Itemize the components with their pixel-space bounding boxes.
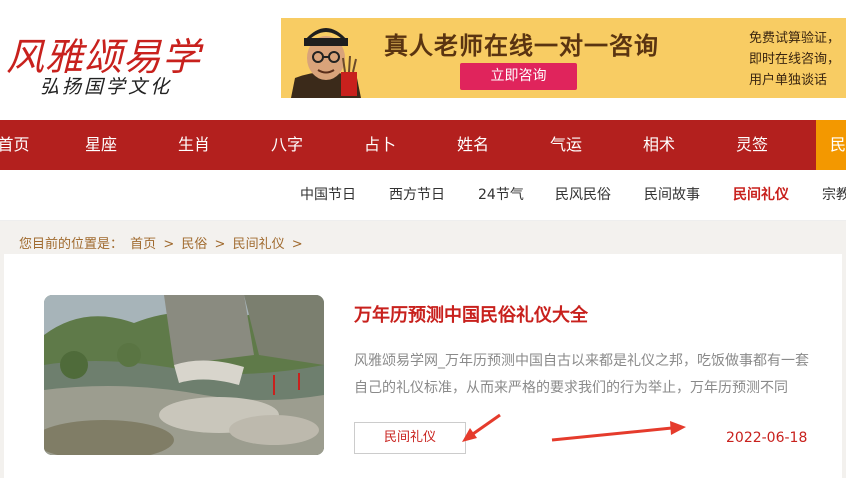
breadcrumb: 您目前的位置是： 首页 > 民俗 > 民间礼仪 > xyxy=(19,233,306,252)
breadcrumb-link-etiquette[interactable]: 民间礼仪 xyxy=(233,237,285,252)
nav-item-zodiac[interactable]: 生肖 xyxy=(166,120,222,170)
subnav-item-religion[interactable]: 宗教 xyxy=(822,170,846,220)
breadcrumb-separator: > xyxy=(214,237,226,252)
article-excerpt: 风雅颂易学网_万年历预测中国自古以来都是礼仪之邦，吃饭做事都有一套自己的礼仪标准… xyxy=(354,353,809,396)
nav-item-folk[interactable]: 民 xyxy=(816,120,846,170)
consult-banner[interactable]: 真人老师在线一对一咨询 立即咨询 免费试算验证， 即时在线咨询， 用户单独谈话 xyxy=(281,18,846,98)
nav-item-horoscope[interactable]: 星座 xyxy=(73,120,129,170)
nav-item-physiognomy[interactable]: 相术 xyxy=(631,120,687,170)
breadcrumb-separator: > xyxy=(291,237,303,252)
site-header: 风雅颂易学 弘扬国学文化 真人老师在线一对一咨询 立即咨询 免费试算验证， 即时… xyxy=(0,0,846,120)
breadcrumb-link-folk[interactable]: 民俗 xyxy=(181,237,207,252)
subnav-item-western-festivals[interactable]: 西方节日 xyxy=(389,170,445,220)
nav-item-home[interactable]: 首页 xyxy=(0,120,42,170)
banner-headline: 真人老师在线一对一咨询 xyxy=(384,32,659,60)
article-title[interactable]: 万年历预测中国民俗礼仪大全 xyxy=(354,301,588,327)
subnav-item-folk-etiquette[interactable]: 民间礼仪 xyxy=(733,170,789,220)
breadcrumb-separator: > xyxy=(163,237,175,252)
sub-nav: 中国节日 西方节日 24节气 民风民俗 民间故事 民间礼仪 宗教 xyxy=(0,170,846,221)
article-card: 万年历预测中国民俗礼仪大全 风雅颂易学网_万年历预测中国自古以来都是礼仪之邦，吃… xyxy=(4,254,842,478)
breadcrumb-prefix: 您目前的位置是： xyxy=(19,237,124,252)
consult-now-button[interactable]: 立即咨询 xyxy=(460,63,577,90)
nav-item-name[interactable]: 姓名 xyxy=(445,120,501,170)
breadcrumb-link-home[interactable]: 首页 xyxy=(130,237,156,252)
site-slogan: 弘扬国学文化 xyxy=(40,76,173,98)
main-nav: 首页 星座 生肖 八字 占卜 姓名 气运 相术 灵签 民 xyxy=(0,120,846,170)
nav-item-divination[interactable]: 占卜 xyxy=(352,120,408,170)
nav-item-fortune[interactable]: 气运 xyxy=(538,120,594,170)
banner-side-line: 免费试算验证， xyxy=(749,31,841,46)
article-date: 2022-06-18 xyxy=(726,430,808,446)
banner-side-line: 即时在线咨询， xyxy=(749,52,841,67)
banner-side-line: 用户单独谈话 xyxy=(749,73,828,88)
teacher-figure-icon xyxy=(281,18,371,98)
subnav-item-folk-customs[interactable]: 民风民俗 xyxy=(555,170,611,220)
banner-side-text: 免费试算验证， 即时在线咨询， 用户单独谈话 xyxy=(749,28,846,91)
subnav-item-chinese-festivals[interactable]: 中国节日 xyxy=(300,170,356,220)
subnav-item-folk-stories[interactable]: 民间故事 xyxy=(644,170,700,220)
article-tag-button[interactable]: 民间礼仪 xyxy=(354,422,466,454)
subnav-item-solar-terms[interactable]: 24节气 xyxy=(478,170,524,220)
article-thumbnail[interactable] xyxy=(44,295,324,455)
nav-item-bazi[interactable]: 八字 xyxy=(259,120,315,170)
nav-item-oracle[interactable]: 灵签 xyxy=(724,120,780,170)
